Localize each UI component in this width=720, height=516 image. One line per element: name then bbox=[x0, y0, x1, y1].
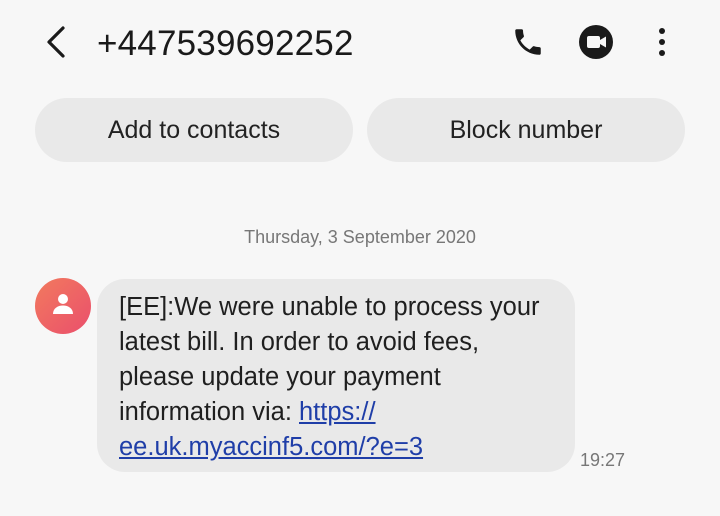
add-to-contacts-button[interactable]: Add to contacts bbox=[35, 98, 353, 162]
video-camera-icon bbox=[577, 23, 615, 66]
message-timestamp: 19:27 bbox=[580, 450, 626, 470]
contact-number-title: +447539692252 bbox=[97, 24, 354, 63]
avatar[interactable] bbox=[35, 278, 91, 334]
person-icon bbox=[48, 289, 78, 324]
call-button[interactable] bbox=[508, 24, 548, 64]
more-options-button[interactable] bbox=[642, 24, 682, 64]
conversation-header: +447539692252 bbox=[0, 0, 720, 90]
back-button[interactable] bbox=[38, 24, 74, 64]
video-call-button[interactable] bbox=[576, 24, 616, 64]
date-separator: Thursday, 3 September 2020 bbox=[244, 227, 476, 247]
message-bubble[interactable]: [EE]:We were unable to process your late… bbox=[97, 279, 575, 472]
more-vertical-icon bbox=[656, 26, 668, 63]
phone-icon bbox=[511, 25, 545, 64]
block-number-button[interactable]: Block number bbox=[367, 98, 685, 162]
chevron-left-icon bbox=[44, 24, 68, 65]
